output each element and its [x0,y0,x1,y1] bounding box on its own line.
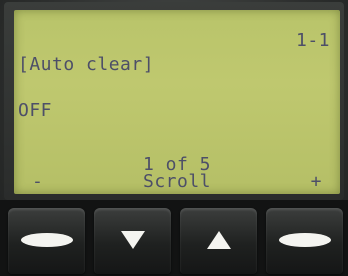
setting-title: [Auto clear] [18,54,155,75]
device-panel: 1-1 [Auto clear] OFF 1 of 5 - Scroll + [0,0,348,276]
arrow-down-icon [120,231,145,249]
softkey-label-plus: + [310,171,322,192]
up-arrow-button[interactable] [180,208,257,274]
arrow-up-icon [206,231,231,249]
softkey-label-scroll: Scroll [142,171,212,192]
lcd-bezel: 1-1 [Auto clear] OFF 1 of 5 - Scroll + [4,2,344,200]
right-softkey-button[interactable] [266,208,343,274]
page-code: 1-1 [295,30,330,51]
button-row [0,200,348,276]
down-arrow-button[interactable] [94,208,171,274]
softkey-bar-icon [20,233,73,247]
softkey-bar-icon [278,233,331,247]
setting-value: OFF [18,100,53,121]
lcd-screen: 1-1 [Auto clear] OFF 1 of 5 - Scroll + [14,10,340,194]
left-softkey-button[interactable] [8,208,85,274]
